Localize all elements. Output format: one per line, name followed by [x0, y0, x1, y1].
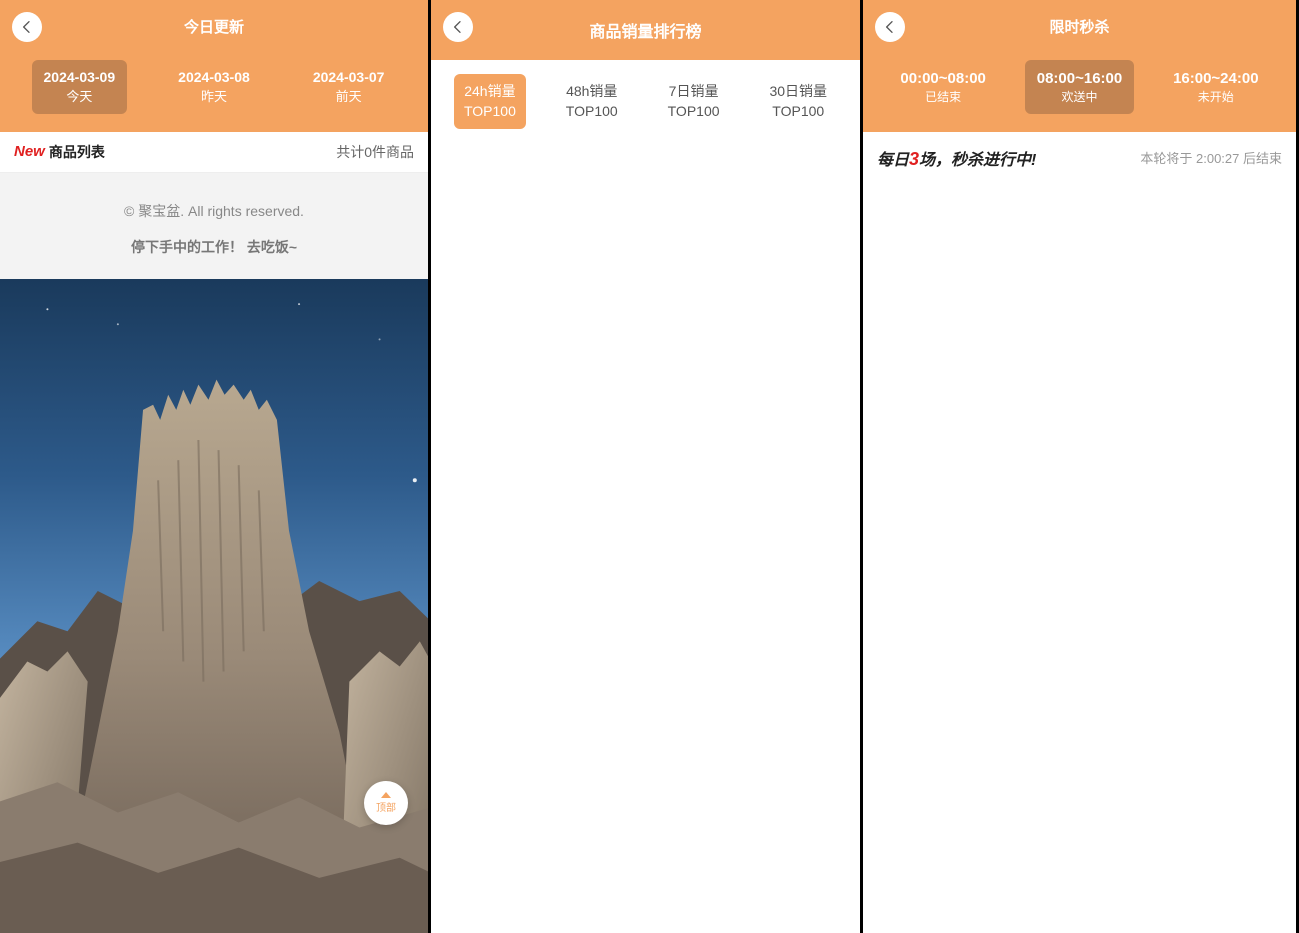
tab-time-range: 08:00~16:00	[1037, 68, 1123, 89]
tab-slot-2[interactable]: 08:00~16:00 欢送中	[1025, 60, 1135, 114]
ranking-tabs: 24h销量 TOP100 48h销量 TOP100 7日销量 TOP100 30…	[431, 60, 860, 143]
tab-slot-3[interactable]: 16:00~24:00 未开始	[1161, 60, 1271, 114]
time-slot-tabs: 00:00~08:00 已结束 08:00~16:00 欢送中 16:00~24…	[863, 52, 1296, 132]
landscape-image	[0, 279, 428, 933]
tab-label: 今天	[44, 88, 116, 106]
back-button[interactable]	[12, 12, 42, 42]
tab-date: 2024-03-08	[178, 68, 250, 88]
tab-day-before[interactable]: 2024-03-07 前天	[301, 60, 397, 114]
tab-time-range: 00:00~08:00	[900, 68, 986, 89]
list-count-text: 共计0件商品	[336, 142, 414, 162]
header-top: 限时秒杀	[863, 0, 1296, 52]
page-title: 商品销量排行榜	[589, 18, 701, 42]
seckill-suffix: 场，秒杀进行中!	[919, 152, 1036, 169]
arrow-left-icon	[19, 19, 35, 35]
list-header-left: New 商品列表	[14, 142, 105, 162]
new-badge: New	[14, 143, 45, 160]
page-title: 限时秒杀	[1049, 16, 1109, 37]
tab-label-line1: 7日销量	[668, 82, 720, 102]
list-title: 商品列表	[49, 142, 105, 162]
back-button[interactable]	[443, 12, 473, 42]
tab-48h[interactable]: 48h销量 TOP100	[556, 74, 628, 129]
tab-label-line1: 24h销量	[464, 82, 516, 102]
tab-7day[interactable]: 7日销量 TOP100	[658, 74, 730, 129]
tab-status: 已结束	[900, 89, 986, 106]
page-title: 今日更新	[184, 16, 244, 37]
tab-status: 未开始	[1173, 89, 1259, 106]
tab-slot-1[interactable]: 00:00~08:00 已结束	[888, 60, 998, 114]
header-top: 今日更新	[0, 0, 428, 52]
tab-30day[interactable]: 30日销量 TOP100	[759, 74, 837, 129]
tab-label-line2: TOP100	[464, 102, 516, 122]
seckill-status-bar: 每日3场，秒杀进行中! 本轮将于 2:00:27 后结束	[863, 132, 1296, 184]
top-button-label: 顶部	[376, 799, 396, 814]
header-top: 商品销量排行榜	[431, 0, 860, 60]
tab-label-line2: TOP100	[769, 102, 827, 122]
tab-24h[interactable]: 24h销量 TOP100	[454, 74, 526, 129]
tab-label-line1: 30日销量	[769, 82, 827, 102]
seckill-headline: 每日3场，秒杀进行中!	[877, 146, 1036, 170]
copyright-text: © 聚宝盆. All rights reserved.	[10, 201, 418, 221]
header-sales-ranking: 商品销量排行榜	[431, 0, 860, 60]
tab-label-line2: TOP100	[668, 102, 720, 122]
footer-tagline: 停下手中的工作！ 去吃饭~	[10, 237, 418, 257]
countdown-text: 本轮将于 2:00:27 后结束	[1140, 148, 1282, 167]
panel-flash-sale: 限时秒杀 00:00~08:00 已结束 08:00~16:00 欢送中 16:…	[863, 0, 1299, 933]
date-tabs: 2024-03-09 今天 2024-03-08 昨天 2024-03-07 前…	[0, 52, 428, 132]
scroll-to-top-button[interactable]: 顶部	[364, 781, 408, 825]
arrow-left-icon	[882, 19, 898, 35]
tab-yesterday[interactable]: 2024-03-08 昨天	[166, 60, 262, 114]
tab-label-line1: 48h销量	[566, 82, 618, 102]
tab-time-range: 16:00~24:00	[1173, 68, 1259, 89]
seckill-prefix: 每日	[877, 152, 909, 169]
chevron-up-icon	[381, 792, 391, 798]
arrow-left-icon	[450, 19, 466, 35]
panel-sales-ranking: 商品销量排行榜 24h销量 TOP100 48h销量 TOP100 7日销量 T…	[431, 0, 863, 933]
product-list-bar: New 商品列表 共计0件商品	[0, 132, 428, 173]
tab-date: 2024-03-07	[313, 68, 385, 88]
tab-label: 昨天	[178, 88, 250, 106]
panel-daily-update: 今日更新 2024-03-09 今天 2024-03-08 昨天 2024-03…	[0, 0, 431, 933]
tab-label-line2: TOP100	[566, 102, 618, 122]
back-button[interactable]	[875, 12, 905, 42]
hero-image: 顶部	[0, 279, 428, 933]
tab-label: 前天	[313, 88, 385, 106]
seckill-count: 3	[909, 149, 919, 169]
tab-date: 2024-03-09	[44, 68, 116, 88]
tab-status: 欢送中	[1037, 89, 1123, 106]
tab-today[interactable]: 2024-03-09 今天	[32, 60, 128, 114]
header-flash-sale: 限时秒杀 00:00~08:00 已结束 08:00~16:00 欢送中 16:…	[863, 0, 1296, 132]
header-daily-update: 今日更新 2024-03-09 今天 2024-03-08 昨天 2024-03…	[0, 0, 428, 132]
footer-area: © 聚宝盆. All rights reserved. 停下手中的工作！ 去吃饭…	[0, 173, 428, 279]
